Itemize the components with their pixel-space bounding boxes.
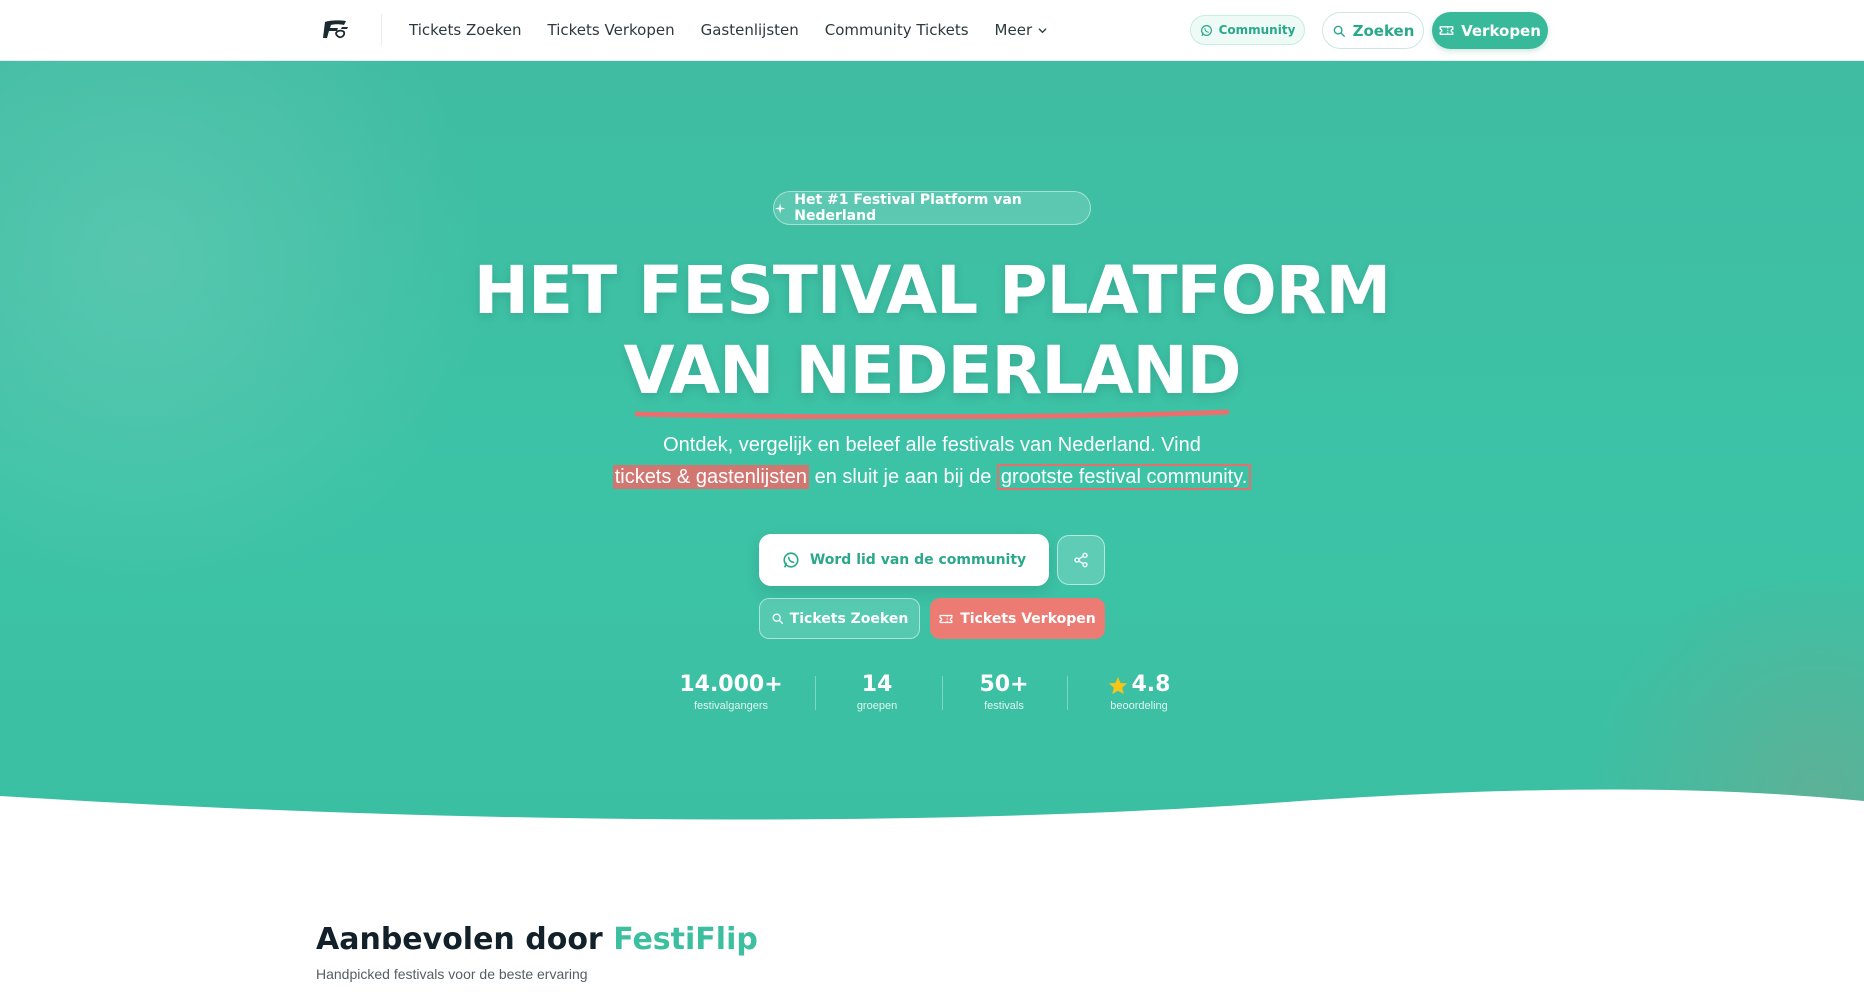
- share-icon: [1074, 552, 1088, 568]
- chevron-down-icon: [1038, 27, 1047, 33]
- hero-section: Het #1 Festival Platform van Nederland H…: [0, 61, 1864, 821]
- festiflip-logo[interactable]: [322, 18, 350, 42]
- stat-value: 4.8: [1131, 672, 1171, 697]
- stat-divider: [942, 676, 943, 710]
- nav-link-gastenlijsten[interactable]: Gastenlijsten: [701, 21, 799, 39]
- hero-title-line-1: HET FESTIVAL PLATFORM: [473, 252, 1391, 329]
- search-icon: [772, 613, 783, 625]
- stat-festivals: 50+ festivals: [973, 668, 1035, 718]
- stat-value: 50+: [979, 672, 1029, 697]
- recommended-subtitle: Handpicked festivals voor de beste ervar…: [316, 966, 588, 982]
- hero-subtitle-highlight: grootste festival community.: [996, 464, 1252, 490]
- stats-row: 14.000+ festivalgangers 14 groepen 50+ f…: [670, 668, 1190, 718]
- search-nav-button[interactable]: Zoeken: [1322, 12, 1424, 49]
- stat-beoordeling: 4.8 beoordeling: [1098, 668, 1180, 718]
- community-nav-button[interactable]: Community: [1190, 15, 1305, 45]
- nav-links: Tickets Zoeken Tickets Verkopen Gastenli…: [409, 0, 1073, 60]
- nav-link-community-tickets[interactable]: Community Tickets: [825, 21, 969, 39]
- share-button[interactable]: [1057, 535, 1105, 585]
- stat-label: beoordeling: [1110, 700, 1168, 712]
- nav-more-dropdown[interactable]: Meer: [995, 21, 1048, 39]
- tickets-sell-button[interactable]: Tickets Verkopen: [930, 598, 1105, 639]
- whatsapp-icon: [1200, 24, 1212, 36]
- star-icon: [1108, 676, 1127, 694]
- tickets-sell-label: Tickets Verkopen: [960, 610, 1096, 627]
- ticket-icon: [1439, 26, 1454, 35]
- stat-label: groepen: [856, 700, 898, 712]
- sell-nav-label: Verkopen: [1461, 21, 1541, 40]
- sell-nav-button[interactable]: Verkopen: [1432, 12, 1548, 49]
- tickets-search-label: Tickets Zoeken: [789, 610, 909, 627]
- stat-divider: [1067, 676, 1068, 710]
- community-nav-label: Community: [1218, 23, 1296, 37]
- stat-value: 14.000+: [679, 672, 783, 697]
- hero-subtitle-highlight: tickets & gastenlijsten: [612, 465, 810, 489]
- join-community-label: Word lid van de community: [809, 552, 1027, 568]
- stat-label: festivals: [984, 700, 1024, 712]
- stat-value: 14: [861, 672, 893, 697]
- hero-subtitle-text: en sluit je aan bij de: [809, 466, 997, 488]
- nav-link-tickets-verkopen[interactable]: Tickets Verkopen: [548, 21, 675, 39]
- stat-divider: [815, 676, 816, 710]
- top-navigation: Tickets Zoeken Tickets Verkopen Gastenli…: [0, 0, 1864, 61]
- recommended-title: Aanbevolen door FestiFlip: [316, 922, 758, 957]
- nav-link-tickets-zoeken[interactable]: Tickets Zoeken: [409, 21, 522, 39]
- search-icon: [1333, 25, 1345, 37]
- hero-title: HET FESTIVAL PLATFORM VAN NEDERLAND: [332, 251, 1532, 411]
- nav-divider: [381, 14, 382, 46]
- ticket-icon: [939, 614, 953, 623]
- recommended-title-prefix: Aanbevolen door: [316, 922, 614, 957]
- join-community-button[interactable]: Word lid van de community: [759, 534, 1049, 586]
- hero-subtitle: Ontdek, vergelijk en beleef alle festiva…: [532, 429, 1332, 493]
- nav-more-label: Meer: [994, 21, 1033, 39]
- hero-badge: Het #1 Festival Platform van Nederland: [773, 191, 1091, 225]
- stat-groepen: 14 groepen: [846, 668, 908, 718]
- tickets-search-button[interactable]: Tickets Zoeken: [759, 598, 920, 639]
- hero-subtitle-text: Ontdek, vergelijk en beleef alle festiva…: [663, 434, 1201, 456]
- stat-festivalgangers: 14.000+ festivalgangers: [670, 668, 792, 718]
- title-underline: [635, 409, 1229, 419]
- whatsapp-icon: [783, 552, 799, 568]
- recommended-title-brand: FestiFlip: [613, 922, 758, 957]
- hero-title-line-2: VAN NEDERLAND: [623, 332, 1241, 409]
- stat-label: festivalgangers: [694, 700, 768, 712]
- sparkle-icon: [775, 202, 786, 214]
- hero-badge-label: Het #1 Festival Platform van Nederland: [794, 192, 1022, 224]
- stat-rating: 4.8: [1108, 672, 1171, 698]
- search-nav-label: Zoeken: [1352, 21, 1415, 40]
